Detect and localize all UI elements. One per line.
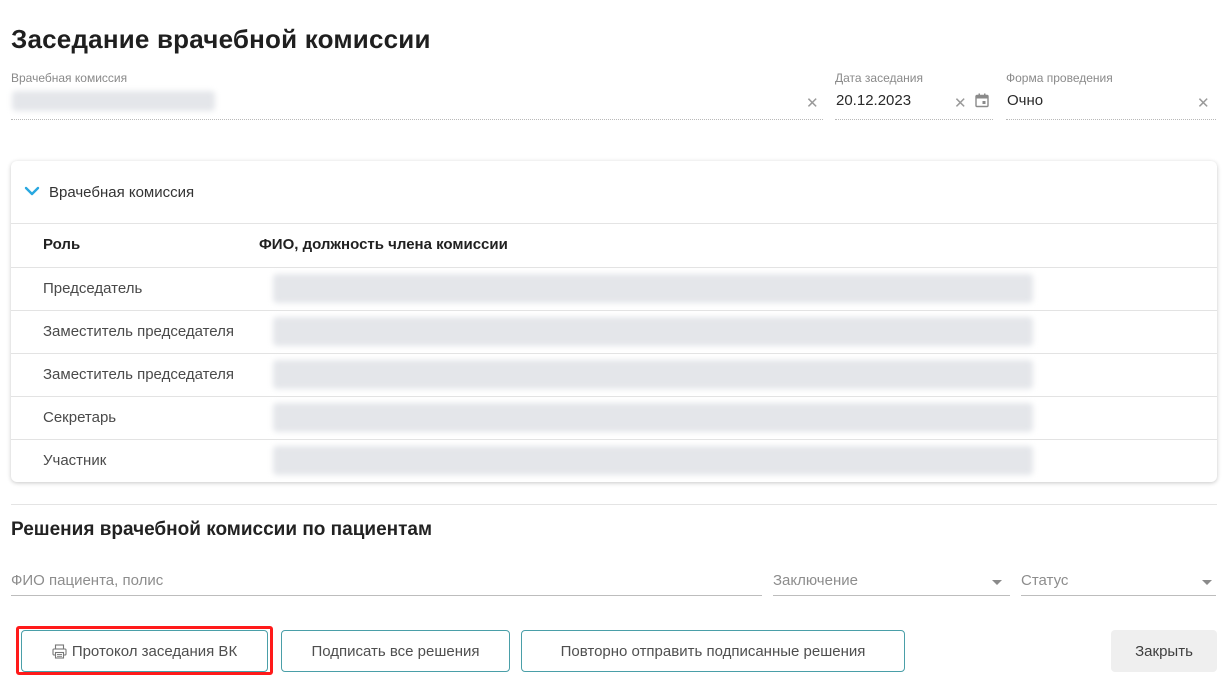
role-cell: Участник xyxy=(43,452,107,469)
status-select[interactable]: Статус xyxy=(1021,572,1068,589)
close-button[interactable]: Закрыть xyxy=(1111,630,1217,672)
chevron-down-icon[interactable] xyxy=(24,183,40,199)
column-header-role: Роль xyxy=(43,236,81,253)
decisions-section-title: Решения врачебной комиссии по пациентам xyxy=(11,519,433,540)
sign-all-button[interactable]: Подписать все решения xyxy=(281,630,510,672)
commission-panel: Врачебная комиссия Роль ФИО, должность ч… xyxy=(11,161,1217,482)
page-title: Заседание врачебной комиссии xyxy=(11,24,431,54)
role-cell: Председатель xyxy=(43,280,143,297)
status-underline xyxy=(1021,595,1216,596)
date-field-underline xyxy=(835,119,993,120)
status-dropdown-icon[interactable] xyxy=(1202,580,1212,585)
member-cell xyxy=(273,403,1033,432)
member-cell xyxy=(273,446,1033,475)
date-field-label: Дата заседания xyxy=(835,71,923,85)
patient-search-underline xyxy=(11,595,762,596)
table-header-row: Роль ФИО, должность члена комиссии xyxy=(11,224,1217,268)
member-cell xyxy=(273,274,1033,303)
table-row: Секретарь xyxy=(11,396,1217,440)
form-type-label: Форма проведения xyxy=(1006,71,1113,85)
member-cell xyxy=(273,317,1033,346)
role-cell: Заместитель председателя xyxy=(43,366,235,383)
commission-field-value xyxy=(12,91,215,111)
calendar-icon[interactable] xyxy=(975,93,989,108)
role-cell: Секретарь xyxy=(43,409,117,426)
commission-panel-title: Врачебная комиссия xyxy=(49,184,195,201)
table-row: Заместитель председателя xyxy=(11,310,1217,354)
resend-signed-button[interactable]: Повторно отправить подписанные решения xyxy=(521,630,905,672)
commission-field-underline xyxy=(11,119,823,120)
conclusion-dropdown-icon[interactable] xyxy=(992,580,1002,585)
clear-form-type-icon[interactable]: ✕ xyxy=(1197,96,1210,111)
resend-signed-button-label: Повторно отправить подписанные решения xyxy=(560,642,866,660)
table-row: Заместитель председателя xyxy=(11,353,1217,397)
date-field-value[interactable]: 20.12.2023 xyxy=(836,92,911,109)
member-cell xyxy=(273,360,1033,389)
commission-field-label: Врачебная комиссия xyxy=(11,71,128,85)
form-type-value[interactable]: Очно xyxy=(1007,92,1043,109)
clear-date-icon[interactable]: ✕ xyxy=(954,96,967,111)
form-type-underline xyxy=(1006,119,1216,120)
conclusion-underline xyxy=(773,595,1010,596)
patient-search-input[interactable]: ФИО пациента, полис xyxy=(11,572,163,589)
section-divider xyxy=(11,504,1217,505)
clear-commission-icon[interactable]: ✕ xyxy=(806,96,819,111)
role-cell: Заместитель председателя xyxy=(43,323,235,340)
commission-panel-header[interactable]: Врачебная комиссия xyxy=(11,161,1217,224)
highlight-box xyxy=(16,626,273,675)
table-row: Участник xyxy=(11,439,1217,482)
conclusion-select[interactable]: Заключение xyxy=(773,572,858,589)
close-button-label: Закрыть xyxy=(1135,642,1193,660)
sign-all-button-label: Подписать все решения xyxy=(311,642,480,660)
column-header-member: ФИО, должность члена комиссии xyxy=(259,236,508,253)
table-row: Председатель xyxy=(11,267,1217,311)
